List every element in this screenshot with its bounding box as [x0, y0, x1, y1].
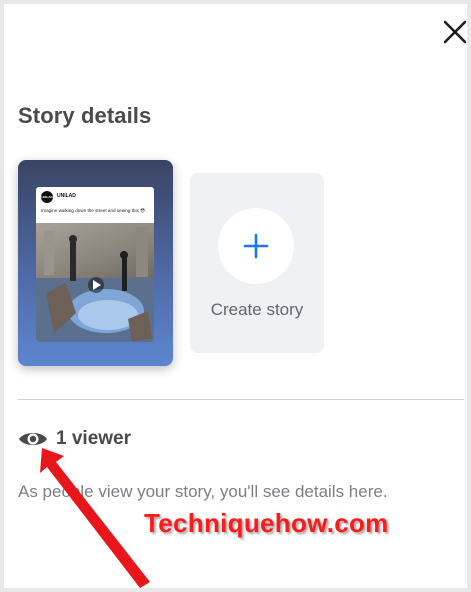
plus-circle — [218, 208, 294, 284]
page-title: Story details — [18, 103, 152, 128]
plus-icon — [243, 233, 269, 259]
close-button[interactable] — [441, 18, 469, 46]
account-logo: UNILAD — [41, 191, 53, 203]
post-photo — [36, 223, 154, 342]
eye-icon — [19, 433, 47, 445]
create-story-label: Create story — [210, 300, 304, 319]
story-thumbnail[interactable]: UNILAD UNILAD Imagine walking down the s… — [18, 160, 173, 366]
divider — [18, 399, 464, 400]
viewer-count-label: 1 viewer — [56, 428, 131, 449]
watermark: Techniquehow.com — [144, 508, 389, 538]
shared-post: UNILAD UNILAD Imagine walking down the s… — [36, 187, 154, 342]
story-details-panel: Story details UNILAD UNILAD Imagine walk… — [4, 4, 467, 588]
account-name: UNILAD — [57, 193, 76, 199]
viewer-description: As people view your story, you'll see de… — [18, 482, 388, 501]
close-icon — [443, 20, 467, 44]
viewer-count[interactable]: 1 viewer — [18, 426, 131, 452]
create-story-button[interactable]: Create story — [190, 173, 324, 353]
post-caption: Imagine walking down the street and seei… — [41, 208, 145, 213]
